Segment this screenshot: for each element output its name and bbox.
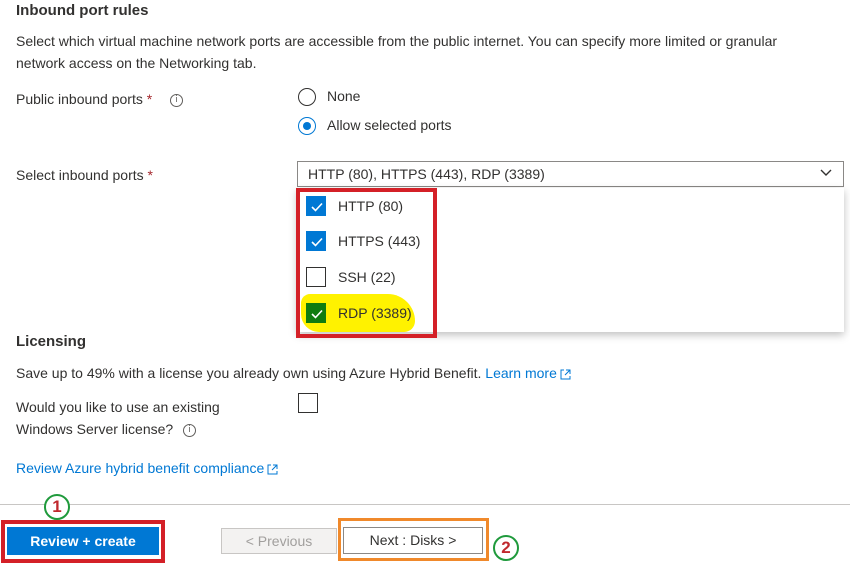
inbound-ports-select-value: HTTP (80), HTTPS (443), RDP (3389) <box>308 166 545 182</box>
info-icon[interactable]: i <box>170 93 183 107</box>
info-icon[interactable]: i <box>183 423 197 437</box>
licensing-heading: Licensing <box>16 333 87 350</box>
licensing-description: Save up to 49% with a license you alread… <box>16 365 482 381</box>
inbound-port-rules-heading: Inbound port rules <box>16 2 149 19</box>
radio-none[interactable] <box>298 88 316 106</box>
inbound-description-line2: network access on the Networking tab. <box>16 55 257 71</box>
required-marker: * <box>146 91 153 107</box>
radio-allow-selected-ports[interactable] <box>298 117 316 135</box>
annotation-review-create-box <box>1 520 165 563</box>
windows-license-question-line2: Windows Server license? i <box>16 418 220 440</box>
windows-license-question: Would you like to use an existing Window… <box>16 396 220 440</box>
select-inbound-ports-text: Select inbound ports <box>16 167 144 183</box>
public-inbound-ports-label: Public inbound ports * i <box>16 91 183 107</box>
windows-license-checkbox[interactable] <box>298 393 318 413</box>
windows-license-question-text: Windows Server license? <box>16 421 174 437</box>
select-inbound-ports-label: Select inbound ports * <box>16 167 153 183</box>
required-marker: * <box>147 167 153 183</box>
inbound-ports-select[interactable]: HTTP (80), HTTPS (443), RDP (3389) <box>297 161 844 187</box>
inbound-description-line1: Select which virtual machine network por… <box>16 33 778 49</box>
licensing-description-row: Save up to 49% with a license you alread… <box>16 362 571 384</box>
step-2-marker: 2 <box>493 535 519 561</box>
annotation-next-box <box>338 518 489 561</box>
chevron-down-icon <box>820 169 832 176</box>
external-link-icon <box>560 369 571 380</box>
previous-button[interactable]: < Previous <box>221 528 337 554</box>
inbound-description: Select which virtual machine network por… <box>16 30 836 74</box>
compliance-link-row: Review Azure hybrid benefit compliance <box>16 457 278 479</box>
annotation-options-box <box>296 188 437 338</box>
radio-allow-selected-ports-label[interactable]: Allow selected ports <box>327 117 452 133</box>
footer-divider <box>0 504 850 505</box>
public-inbound-ports-text: Public inbound ports <box>16 91 143 107</box>
radio-none-label[interactable]: None <box>327 88 360 104</box>
windows-license-question-line1: Would you like to use an existing <box>16 399 220 415</box>
external-link-icon <box>267 464 278 475</box>
step-1-marker: 1 <box>44 494 70 520</box>
compliance-link[interactable]: Review Azure hybrid benefit compliance <box>16 460 264 476</box>
learn-more-link[interactable]: Learn more <box>485 365 557 381</box>
